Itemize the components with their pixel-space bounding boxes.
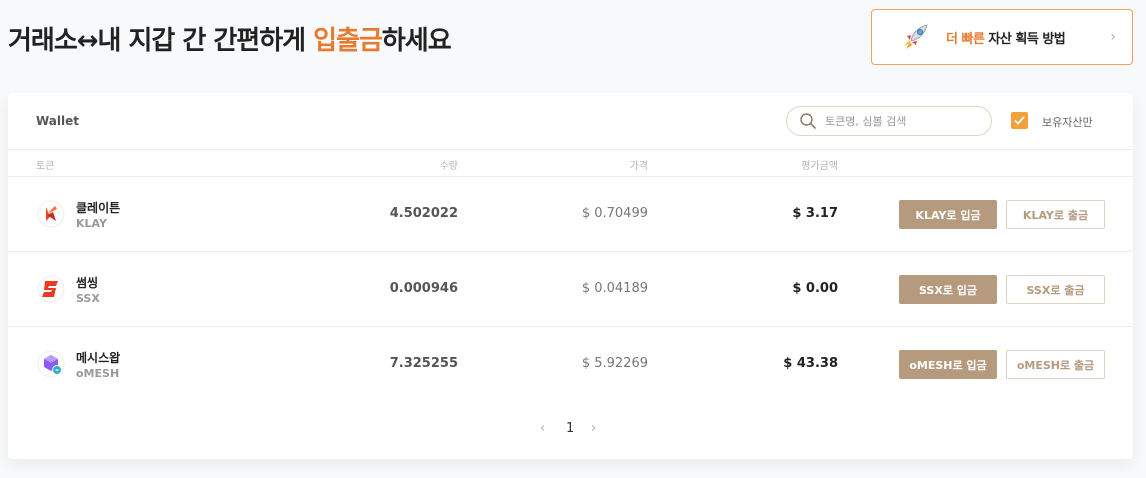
faster-asset-promo-button[interactable]: 더 빠른 자산 획득 방법 › [871,9,1133,65]
token-value: $ 3.17 [792,206,838,221]
token-quantity: 0.000946 [389,281,458,296]
withdraw-ssx-button[interactable]: SSX로 출금 [1006,275,1105,304]
col-token: 토큰 [36,161,55,172]
table-row: 썸씽 SSX 0.000946 $ 0.04189 $ 0.00 SSX로 입금… [8,252,1133,327]
next-page-button[interactable]: › [591,421,596,436]
withdraw-omesh-button[interactable]: oMESH로 출금 [1006,350,1105,379]
token-value: $ 0.00 [792,281,838,296]
check-icon [1014,116,1025,125]
wallet-title: Wallet [36,114,80,128]
page-headline: 거래소↔내 지갑 간 간편하게 입출금하세요 [8,20,452,57]
table-row: 메시스왑 oMESH 7.325255 $ 5.92269 $ 43.38 oM… [8,327,1133,402]
token-quantity: 7.325255 [389,356,458,371]
headline-part1: 거래소↔내 지갑 간 간편하게 [8,26,314,56]
token-value: $ 43.38 [783,356,838,371]
prev-page-button[interactable]: ‹ [540,421,545,436]
token-search[interactable] [786,106,992,136]
token-price: $ 0.70499 [581,206,648,221]
table-header: 토큰 수량 가격 평가금액 [8,150,1133,177]
token-price: $ 0.04189 [581,281,648,296]
ssx-icon [37,275,65,303]
token-symbol: oMESH [76,367,120,380]
search-icon [800,113,816,129]
promo-text: 더 빠른 자산 획득 방법 [946,28,1066,47]
owned-only-checkbox[interactable] [1011,112,1028,129]
col-value: 평가금액 [801,161,838,172]
deposit-klay-button[interactable]: KLAY로 입금 [899,200,997,229]
deposit-omesh-button[interactable]: oMESH로 입금 [899,350,997,379]
token-quantity: 4.502022 [389,206,458,221]
token-symbol: SSX [76,292,100,305]
col-quantity: 수량 [439,161,458,172]
meshswap-icon [37,350,65,378]
deposit-ssx-button[interactable]: SSX로 입금 [899,275,997,304]
token-name: 클레이튼 [76,201,121,215]
headline-part2: 하세요 [381,26,452,56]
table-row: 클레이튼 KLAY 4.502022 $ 0.70499 $ 3.17 KLAY… [8,177,1133,252]
klaytn-icon [37,200,65,228]
chevron-right-icon: › [1110,29,1116,45]
page-1-button[interactable]: 1 [566,421,574,436]
pagination: ‹ 1 › [8,420,1133,440]
token-symbol: KLAY [76,217,107,230]
search-input[interactable] [825,114,975,128]
owned-only-label[interactable]: 보유자산만 [1042,114,1093,130]
token-name: 메시스왑 [76,351,121,365]
rocket-icon [904,24,928,49]
token-price: $ 5.92269 [581,356,648,371]
wallet-card: Wallet 보유자산만 토큰 수량 가격 평가금액 클레이튼 KLA [8,93,1133,459]
col-price: 가격 [629,161,648,172]
withdraw-klay-button[interactable]: KLAY로 출금 [1006,200,1105,229]
token-name: 썸씽 [76,276,99,290]
wallet-header: Wallet 보유자산만 [8,93,1133,150]
headline-accent: 입출금 [313,26,383,56]
promo-label: 자산 획득 방법 [984,31,1066,47]
promo-highlight: 더 빠른 [946,31,985,47]
